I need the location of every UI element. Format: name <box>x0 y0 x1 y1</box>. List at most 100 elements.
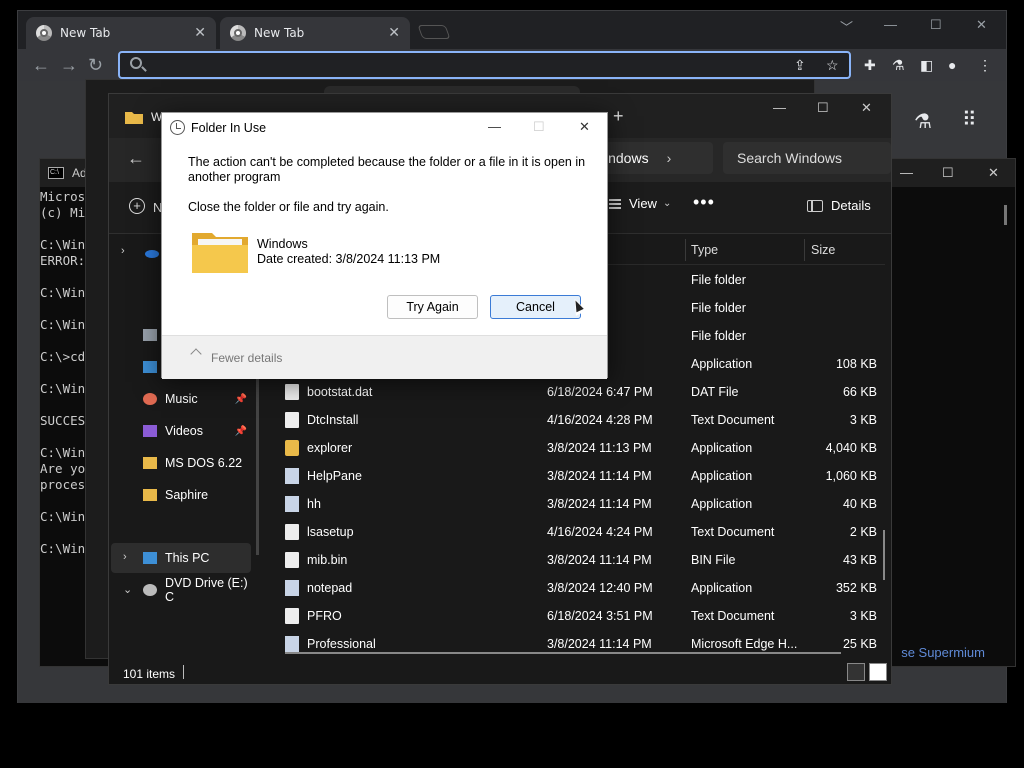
pc-icon <box>143 552 157 564</box>
apps-grid-icon[interactable]: ⠿ <box>962 107 977 132</box>
file-row[interactable]: mib.bin 3/8/2024 11:14 PM BIN File 43 KB <box>285 546 885 574</box>
expand-chevron-icon[interactable]: › <box>121 245 125 257</box>
onedrive-icon[interactable] <box>143 248 159 258</box>
try-again-button[interactable]: Try Again <box>387 295 478 319</box>
nav-item[interactable]: Music 📌 <box>109 384 249 414</box>
reload-icon[interactable]: ↻ <box>88 55 103 76</box>
folder-icon <box>125 112 143 124</box>
breadcrumb[interactable]: indows › <box>595 142 713 174</box>
horizontal-scrollbar[interactable] <box>285 652 841 654</box>
status-bar: 101 items <box>109 660 891 684</box>
column-separator[interactable] <box>804 239 805 261</box>
folder-icon <box>285 440 299 456</box>
cmd-line: C:\Win <box>40 317 86 332</box>
cmd-output: Micros (c) Mi C:\Win ERROR: C:\Win C:\Win C:\>… <box>40 189 85 557</box>
chevron-up-icon[interactable] <box>190 348 202 360</box>
dialog-minimize-button[interactable]: — <box>488 119 501 134</box>
column-type[interactable]: Type <box>691 243 718 257</box>
profile-icon[interactable]: ● <box>948 57 956 73</box>
cmd-line: C:\Win <box>40 285 86 300</box>
chevron-right-icon[interactable]: › <box>123 551 127 563</box>
file-row[interactable]: hh 3/8/2024 11:14 PM Application 40 KB <box>285 490 885 518</box>
minimize-button[interactable]: — <box>884 17 897 32</box>
chevron-down-icon[interactable]: ⌄ <box>123 583 132 596</box>
tab-new-tab-1[interactable]: New Tab ✕ <box>26 17 216 49</box>
nav-item[interactable]: Videos 📌 <box>109 416 249 446</box>
item-name: Windows <box>257 237 308 251</box>
nav-item[interactable]: MS DOS 6.22 <box>109 448 249 478</box>
labs-icon[interactable]: ⚗ <box>892 57 905 74</box>
maximize-button[interactable]: ☐ <box>930 17 942 33</box>
cancel-button[interactable]: Cancel <box>490 295 581 319</box>
cmd-footer-text: se Supermium <box>901 645 985 660</box>
close-tab-icon[interactable]: ✕ <box>388 25 400 41</box>
file-row[interactable]: DtcInstall 4/16/2024 4:28 PM Text Document… <box>285 406 885 434</box>
address-bar[interactable] <box>118 51 851 79</box>
file-row[interactable]: PFRO 6/18/2024 3:51 PM Text Document 3 KB <box>285 602 885 630</box>
cmd-line <box>40 429 85 445</box>
dialog-close-button[interactable]: ✕ <box>579 119 590 135</box>
flask-icon[interactable]: ⚗ <box>914 109 932 134</box>
back-arrow-icon[interactable]: ← <box>127 148 145 169</box>
file-row[interactable]: notepad 3/8/2024 12:40 PM Application 352 K… <box>285 574 885 602</box>
file-date: 3/8/2024 11:14 PM <box>547 469 652 483</box>
column-separator[interactable] <box>685 239 686 261</box>
application-icon <box>285 580 299 596</box>
nav-item[interactable]: Saphire <box>109 480 249 510</box>
new-tab-button[interactable] <box>417 25 451 39</box>
file-date: 3/8/2024 12:40 PM <box>547 581 653 595</box>
nav-item-label: Saphire <box>165 488 209 502</box>
cmd-maximize-button[interactable]: ☐ <box>942 165 954 181</box>
file-size: 40 KB <box>842 497 877 511</box>
file-type: Application <box>691 469 753 483</box>
column-size[interactable]: Size <box>811 243 835 257</box>
sidebar-icon[interactable]: ◧ <box>920 57 933 74</box>
cmd-line: (c) Mi <box>40 205 86 220</box>
extensions-icon[interactable]: ✚ <box>864 57 876 74</box>
application-icon <box>285 468 299 484</box>
file-row[interactable]: HelpPane 3/8/2024 11:14 PM Application 1,06… <box>285 462 885 490</box>
tab-new-tab-2[interactable]: New Tab ✕ <box>220 17 410 49</box>
details-pane-button[interactable]: Details <box>807 198 871 213</box>
cmd-close-button[interactable]: ✕ <box>988 165 999 181</box>
pin-icon[interactable]: 📌 <box>235 394 247 405</box>
search-windows-input[interactable]: Search Windows <box>723 142 891 174</box>
more-options-icon[interactable]: ••• <box>693 192 715 213</box>
view-button[interactable]: View ⌄ <box>609 196 671 211</box>
close-tab-icon[interactable]: ✕ <box>194 25 206 41</box>
tiles-view-icon[interactable] <box>869 663 887 681</box>
pin-icon[interactable]: 📌 <box>235 426 247 437</box>
explorer-maximize-button[interactable]: ☐ <box>817 100 829 116</box>
file-date: 4/16/2024 4:24 PM <box>547 525 653 539</box>
tab-label: New Tab <box>254 26 305 40</box>
back-icon[interactable]: ← <box>32 55 50 76</box>
file-name: hh <box>307 497 321 511</box>
nav-item[interactable]: ⌄ DVD Drive (E:) C <box>111 575 251 605</box>
fewer-details-link[interactable]: Fewer details <box>211 351 282 365</box>
cmd-scrollbar[interactable] <box>1004 205 1007 225</box>
cmd-line: C:\Win <box>40 445 86 460</box>
file-row[interactable]: explorer 3/8/2024 11:13 PM Application 4,04… <box>285 434 885 462</box>
tab-search-icon[interactable]: ﹀ <box>840 17 853 36</box>
explorer-close-button[interactable]: ✕ <box>861 100 872 116</box>
file-type: Microsoft Edge H... <box>691 637 798 651</box>
documents-icon <box>143 329 157 341</box>
cmd-line: Are yo <box>40 461 86 476</box>
details-view-icon[interactable] <box>847 663 865 681</box>
details-pane-icon <box>807 199 823 212</box>
star-icon[interactable]: ☆ <box>826 57 839 74</box>
file-row[interactable]: lsasetup 4/16/2024 4:24 PM Text Document 2 … <box>285 518 885 546</box>
cmd-minimize-button[interactable]: — <box>900 165 913 180</box>
new-item-icon[interactable]: + <box>129 198 145 214</box>
forward-icon[interactable]: → <box>60 55 78 76</box>
vertical-scrollbar[interactable] <box>883 530 885 580</box>
explorer-minimize-button[interactable]: — <box>773 100 786 115</box>
close-window-button[interactable]: ✕ <box>976 17 987 33</box>
cmd-icon: C:\ <box>48 167 64 179</box>
share-icon[interactable]: ⇪ <box>794 57 806 74</box>
file-row[interactable]: bootstat.dat 6/18/2024 6:47 PM DAT File 66 … <box>285 378 885 406</box>
file-size: 3 KB <box>849 413 877 427</box>
menu-icon[interactable]: ⋮ <box>978 57 992 74</box>
new-tab-plus-icon[interactable]: + <box>613 106 624 127</box>
nav-item[interactable]: › This PC <box>111 543 251 573</box>
